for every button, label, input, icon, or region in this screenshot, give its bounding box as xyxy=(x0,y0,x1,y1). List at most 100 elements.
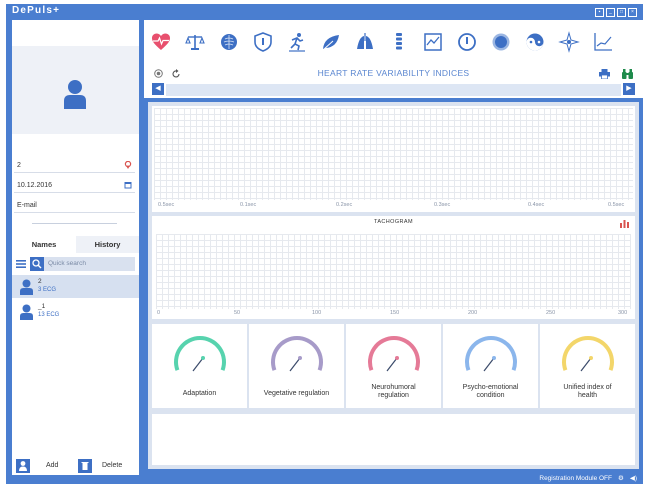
trash-icon xyxy=(81,462,89,470)
gauge-neurohumoral-regulation: Neurohumoral regulation xyxy=(346,324,441,408)
ecg-panel: 0.5sec 0.1sec 0.2sec 0.3sec 0.4sec 0.5se… xyxy=(152,106,635,212)
patient-ecg-count: 13 ECG xyxy=(38,312,60,318)
delete-button[interactable] xyxy=(78,459,92,473)
speaker-icon[interactable]: ◀) xyxy=(630,474,637,484)
gauge-needle xyxy=(289,357,301,372)
gauge-hub xyxy=(298,356,302,360)
gauge-hub xyxy=(395,356,399,360)
gauge-needle xyxy=(483,357,495,372)
brain-icon[interactable] xyxy=(218,31,240,53)
sidebar-divider xyxy=(32,223,117,224)
email-field[interactable]: E-mail xyxy=(14,198,135,213)
patient-avatar-icon xyxy=(20,304,33,320)
binoculars-icon[interactable] xyxy=(622,69,633,79)
list-icon[interactable] xyxy=(16,259,26,269)
add-user-button[interactable] xyxy=(16,459,30,473)
gauge-arc xyxy=(174,336,226,371)
sidebar-actions: Add Delete xyxy=(12,457,139,475)
yin-yang-icon[interactable] xyxy=(524,31,546,53)
settings-icon[interactable]: ⚙ xyxy=(618,474,624,484)
gauge-arc xyxy=(368,336,420,371)
star-icon[interactable] xyxy=(558,31,580,53)
delete-label[interactable]: Delete xyxy=(102,457,122,475)
timeline-scrollbar[interactable] xyxy=(166,84,621,96)
gauge-label: Neurohumoral regulation xyxy=(371,384,416,399)
tab-names[interactable]: Names xyxy=(12,236,76,253)
page-header: HEART RATE VARIABILITY INDICES xyxy=(144,64,643,83)
tachogram-grid xyxy=(156,234,631,309)
search-icon xyxy=(32,259,42,269)
tachogram-panel: TACHOGRAM 0 50 100 150 200 250 300 xyxy=(152,216,635,319)
status-bar: Registration Module OFF ⚙ ◀) xyxy=(539,474,637,484)
gauge-arc xyxy=(562,336,614,371)
patient-name: 2 xyxy=(38,278,42,285)
ecg-x-tick: 0.5sec xyxy=(158,202,175,208)
search-input[interactable]: Quick search xyxy=(30,257,135,271)
title-bar: DePuls+ ▪ _ □ × xyxy=(6,4,643,20)
gauge-needle xyxy=(386,357,398,372)
patient-name: _1 xyxy=(38,303,46,310)
gauge-hub xyxy=(201,356,205,360)
gauge-psycho-emotional-condition: Psycho-emotional condition xyxy=(443,324,538,408)
ecg-x-tick: 0.4sec xyxy=(528,202,545,208)
window-controls: ▪ _ □ × xyxy=(595,8,637,17)
minimize-button[interactable]: _ xyxy=(606,8,615,17)
patient-number-value: 2 xyxy=(17,162,21,169)
tachogram-x-tick: 150 xyxy=(390,310,400,316)
sidebar: 2 10.12.2016 E-mail Names History Quick … xyxy=(12,20,139,475)
gauge-dial xyxy=(562,336,614,372)
search-button[interactable] xyxy=(30,257,44,271)
gauge-needle xyxy=(192,357,204,372)
scales-icon[interactable] xyxy=(184,31,206,53)
power-icon[interactable] xyxy=(456,31,478,53)
gauge-dial xyxy=(174,336,226,372)
heart-rate-icon[interactable] xyxy=(150,31,172,53)
date-value: 10.12.2016 xyxy=(17,182,53,189)
patient-number-field[interactable]: 2 xyxy=(14,158,135,173)
shield-icon[interactable] xyxy=(252,31,274,53)
chart-box-icon[interactable] xyxy=(422,31,444,53)
ecg-x-tick: 0.1sec xyxy=(240,202,257,208)
graph-icon[interactable] xyxy=(592,31,614,53)
tachogram-x-tick: 0 xyxy=(157,310,161,316)
calendar-icon[interactable] xyxy=(124,181,132,189)
ecg-x-tick: 0.2sec xyxy=(336,202,353,208)
maximize-button[interactable]: □ xyxy=(617,8,626,17)
gauge-hub xyxy=(492,356,496,360)
gauge-label: Vegetative regulation xyxy=(263,390,330,397)
leaf-icon[interactable] xyxy=(320,31,342,53)
tachogram-x-tick: 300 xyxy=(618,310,628,316)
add-user-icon xyxy=(19,461,27,471)
email-value: E-mail xyxy=(17,202,37,209)
gauge-label: Psycho-emotional condition xyxy=(462,384,519,399)
scroll-left-button[interactable]: ◀ xyxy=(152,83,164,95)
gauge-dial xyxy=(465,336,517,372)
fullscreen-button[interactable]: ▪ xyxy=(595,8,604,17)
main-content: 0.5sec 0.1sec 0.2sec 0.3sec 0.4sec 0.5se… xyxy=(148,102,639,469)
tachogram-x-tick: 200 xyxy=(468,310,478,316)
add-label[interactable]: Add xyxy=(46,457,58,475)
page-title: HEART RATE VARIABILITY INDICES xyxy=(317,68,470,78)
runner-icon[interactable] xyxy=(286,31,308,53)
date-field[interactable]: 10.12.2016 xyxy=(14,178,135,193)
patient-ecg-count: 3 ECG xyxy=(38,287,57,293)
tachogram-title: TACHOGRAM xyxy=(374,219,413,225)
ecg-x-tick: 0.3sec xyxy=(434,202,451,208)
location-pin-icon[interactable] xyxy=(124,161,132,169)
close-button[interactable]: × xyxy=(628,8,637,17)
bar-chart-icon[interactable] xyxy=(620,219,629,228)
print-icon[interactable] xyxy=(599,69,610,79)
gauge-adaptation: Adaptation xyxy=(152,324,247,408)
target-icon[interactable] xyxy=(490,31,512,53)
results-panel xyxy=(152,414,635,465)
spine-icon[interactable] xyxy=(388,31,410,53)
lungs-icon[interactable] xyxy=(354,31,376,53)
ecg-x-tick: 0.5sec xyxy=(608,202,625,208)
tab-history[interactable]: History xyxy=(76,236,139,253)
scroll-right-button[interactable]: ▶ xyxy=(623,83,635,95)
gauge-needle xyxy=(580,357,592,372)
patient-list-item[interactable]: 2 3 ECG xyxy=(12,275,139,298)
gauge-dial xyxy=(271,336,323,372)
app-window: DePuls+ ▪ _ □ × 2 10.12.2016 E-mail Name… xyxy=(6,4,643,484)
patient-list-item[interactable]: _1 13 ECG xyxy=(12,300,139,323)
